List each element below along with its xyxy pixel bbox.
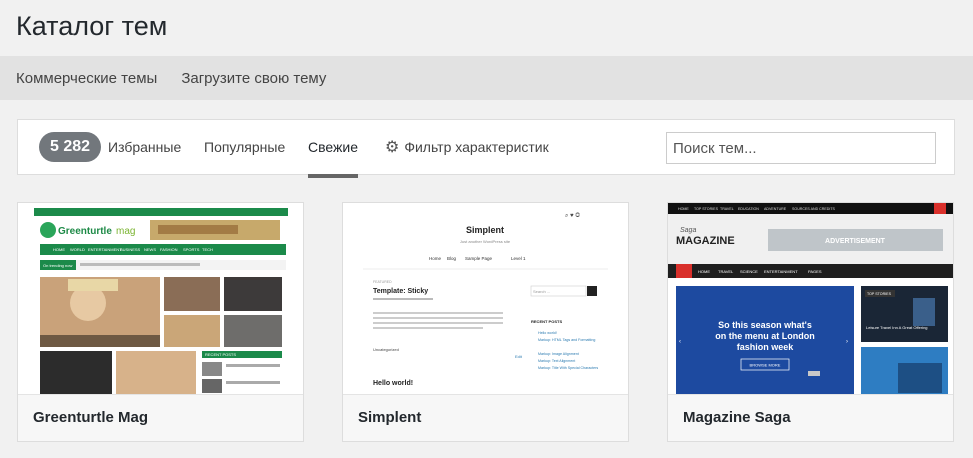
svg-text:on the menu at London: on the menu at London: [715, 331, 815, 341]
preview-tagline: Just another WordPress site: [460, 239, 511, 244]
preview-edit-link: Edit: [515, 354, 523, 359]
preview-widget-title: RECENT POSTS: [205, 352, 236, 357]
feature-filter-button[interactable]: ⚙ Фильтр характеристик: [385, 132, 549, 162]
preview-search: Search ...: [533, 289, 550, 294]
svg-text:⌕ ♥ ◎: ⌕ ♥ ◎: [565, 212, 580, 219]
upload-theme-link[interactable]: Загрузите свою тему: [181, 70, 326, 87]
preview-menu-item: SCIENCE: [740, 269, 758, 274]
preview-menu-item: FASHION: [160, 247, 178, 252]
svg-text:fashion week: fashion week: [737, 342, 795, 352]
svg-text:‹: ‹: [679, 339, 681, 345]
preview-logo-suffix: mag: [116, 226, 135, 237]
sub-navigation: Коммерческие темы Загрузите свою тему: [0, 56, 973, 100]
preview-menu-item: NEWS: [144, 247, 156, 252]
theme-name: Greenturtle Mag: [33, 409, 149, 426]
theme-screenshot[interactable]: Greenturtle mag HOME WORLD ENTERTAINMENT…: [18, 203, 303, 394]
preview-menu-item: Blog: [447, 256, 457, 261]
preview-headline: So this season what's: [718, 320, 812, 330]
preview-category: Uncategorized: [373, 347, 399, 352]
preview-menu-item: HOME: [698, 269, 710, 274]
theme-count-badge: 5 282: [39, 132, 102, 162]
preview-post2-title: Hello world!: [373, 380, 413, 387]
preview-ad: ADVERTISEMENT: [825, 238, 886, 245]
page-title: Каталог тем: [16, 11, 168, 41]
preview-post-title: Template: Sticky: [373, 288, 428, 295]
preview-menu-item: TECH: [202, 247, 213, 252]
theme-screenshot[interactable]: HOME TOP STORIES TRAVEL EDUCATION ADVENT…: [668, 203, 953, 394]
preview-logo: Greenturtle: [58, 226, 112, 237]
preview-menu-item: ENTERTAINMENT: [88, 247, 122, 252]
gear-icon: ⚙: [385, 139, 400, 156]
preview-ticker: On trending now: [43, 263, 72, 268]
preview-widget-title: RECENT POSTS: [531, 319, 562, 324]
preview-logo-suffix: MAGAZINE: [676, 235, 735, 247]
tab-popular[interactable]: Популярные: [204, 132, 285, 162]
preview-site-title: Simplent: [466, 225, 504, 235]
preview-top-menu-item: HOME: [678, 207, 689, 211]
preview-recent-post: Markup: Text Alignment: [538, 359, 575, 363]
preview-top-menu-item: TOP STORIES: [694, 207, 719, 211]
preview-featured-label: FEATURED: [373, 280, 392, 284]
preview-menu-item: PAGES: [808, 269, 822, 274]
search-themes-input[interactable]: [666, 132, 936, 164]
preview-top-menu-item: ADVENTURE: [764, 207, 787, 211]
tab-featured[interactable]: Избранные: [108, 132, 181, 162]
preview-logo: Saga: [680, 227, 696, 234]
preview-side-caption: Leisure Travel Inn A Great Offering: [866, 325, 928, 330]
feature-filter-label: Фильтр характеристик: [404, 139, 549, 155]
preview-recent-post: Markup: Title With Special Characters: [538, 366, 598, 370]
theme-card-magazine-saga[interactable]: HOME TOP STORIES TRAVEL EDUCATION ADVENT…: [667, 202, 954, 442]
preview-menu-item: Level 1: [511, 256, 526, 261]
preview-recent-post: Markup: Image Alignment: [538, 352, 579, 356]
preview-cta: BROWSE MORE: [750, 363, 781, 368]
theme-name-bar: Magazine Saga: [668, 394, 953, 441]
theme-name: Simplent: [358, 409, 422, 426]
theme-filter-bar: 5 282 Избранные Популярные Свежие ⚙ Фильт…: [17, 119, 955, 178]
preview-menu-item: TRAVEL: [718, 269, 734, 274]
preview-menu-item: Home: [429, 256, 442, 261]
preview-menu-item: BUSINESS: [120, 247, 141, 252]
preview-top-menu-item: TRAVEL: [720, 207, 734, 211]
preview-side-tag: TOP STORIES: [867, 292, 892, 296]
preview-recent-post: Hello world!: [538, 331, 557, 335]
preview-top-menu-item: SOURCES AND CREDITS: [792, 207, 836, 211]
tab-latest[interactable]: Свежие: [308, 132, 358, 178]
theme-screenshot[interactable]: ⌕ ♥ ◎ Simplent Just another WordPress si…: [343, 203, 628, 394]
theme-card-greenturtle-mag[interactable]: Greenturtle mag HOME WORLD ENTERTAINMENT…: [17, 202, 304, 442]
preview-menu-item: HOME: [53, 247, 65, 252]
theme-name-bar: Simplent: [343, 394, 628, 441]
theme-name-bar: Greenturtle Mag: [18, 394, 303, 441]
preview-menu-item: SPORTS: [183, 247, 200, 252]
preview-recent-post: Markup: HTML Tags and Formatting: [538, 338, 595, 342]
theme-name: Magazine Saga: [683, 409, 791, 426]
preview-menu-item: WORLD: [70, 247, 85, 252]
preview-menu-item: Sample Page: [465, 256, 493, 261]
preview-menu-item: ENTERTAINMENT: [764, 269, 798, 274]
theme-card-simplent[interactable]: ⌕ ♥ ◎ Simplent Just another WordPress si…: [342, 202, 629, 442]
commercial-themes-link[interactable]: Коммерческие темы: [16, 70, 157, 87]
preview-top-menu-item: EDUCATION: [738, 207, 759, 211]
svg-text:›: ›: [846, 339, 848, 345]
